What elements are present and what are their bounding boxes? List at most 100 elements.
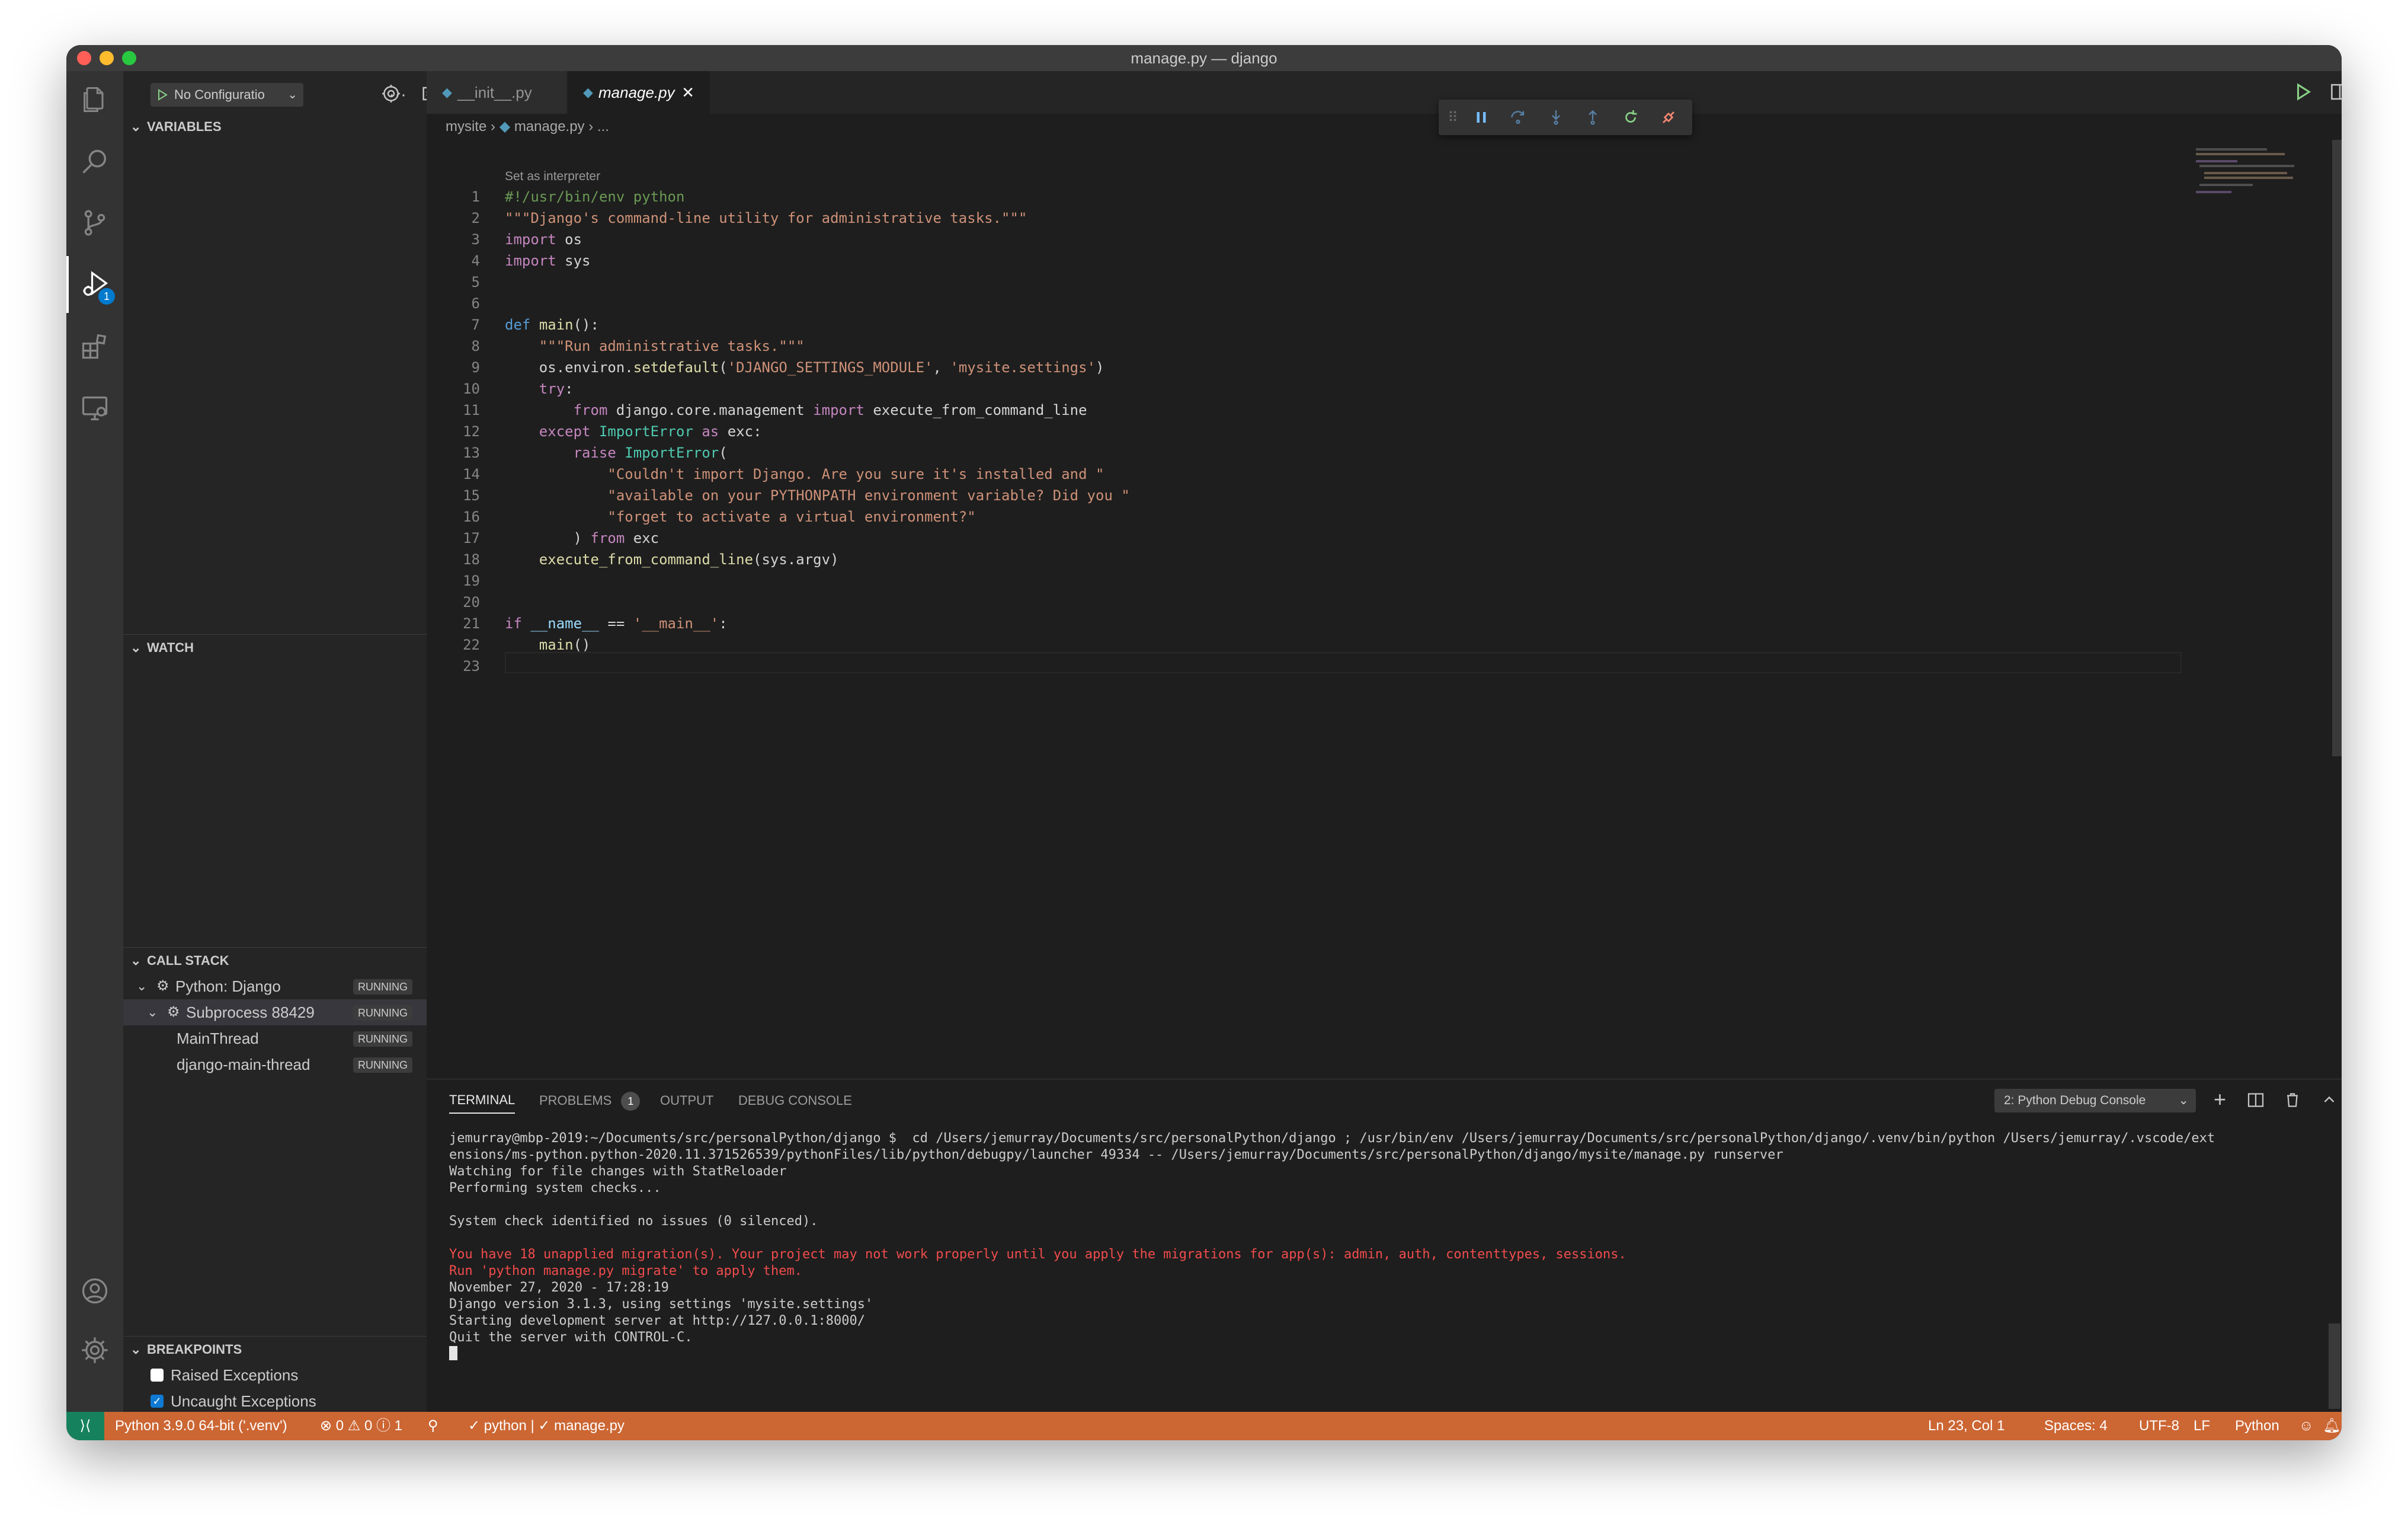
- extensions-icon[interactable]: [66, 318, 123, 375]
- new-terminal-icon[interactable]: +: [2214, 1086, 2226, 1113]
- codelens-hint[interactable]: Set as interpreter: [505, 170, 600, 184]
- debug-icon[interactable]: ⚲: [428, 1412, 438, 1440]
- language-mode[interactable]: Python: [2235, 1412, 2279, 1440]
- debug-config-bar: No Configuratio ⌄: [123, 71, 440, 114]
- tab-manage-py[interactable]: ◆ manage.py ✕: [568, 71, 710, 114]
- code-line[interactable]: try:: [505, 378, 574, 399]
- notifications-bell-icon[interactable]: 🔔︎: [2323, 1412, 2340, 1440]
- cursor-position[interactable]: Ln 23, Col 1: [1928, 1412, 2004, 1440]
- breadcrumb-rest[interactable]: ...: [597, 119, 609, 135]
- trash-icon[interactable]: [2284, 1091, 2301, 1112]
- problems-indicator[interactable]: ⊗ 0 ⚠ 0 ⓘ 1: [320, 1412, 402, 1440]
- tab-problems-label: PROBLEMS: [539, 1093, 612, 1108]
- breakpoints-section-header[interactable]: ⌄ BREAKPOINTS: [123, 1336, 427, 1362]
- code-line[interactable]: import sys: [505, 250, 591, 271]
- close-icon[interactable]: ✕: [681, 71, 694, 114]
- call-stack-section-header[interactable]: ⌄ CALL STACK: [123, 947, 427, 973]
- line-number: 4: [471, 252, 480, 269]
- debug-config-select[interactable]: No Configuratio ⌄: [150, 83, 303, 107]
- variables-section-header[interactable]: ⌄ VARIABLES: [123, 114, 427, 140]
- terminal-line: Django version 3.1.3, using settings 'my…: [449, 1297, 873, 1312]
- split-terminal-icon[interactable]: [2247, 1091, 2265, 1112]
- watch-title: WATCH: [147, 640, 194, 655]
- tab-problems[interactable]: PROBLEMS 1: [539, 1079, 641, 1122]
- line-number: 6: [471, 295, 480, 312]
- call-stack-thread[interactable]: django-main-thread RUNNING: [123, 1051, 427, 1078]
- python-interpreter[interactable]: Python 3.9.0 64-bit ('.venv'): [115, 1412, 287, 1440]
- code-line[interactable]: import os: [505, 229, 582, 250]
- terminal-scrollbar[interactable]: [2329, 1324, 2340, 1409]
- more-actions-icon[interactable]: ···: [389, 83, 406, 107]
- code-line[interactable]: "forget to activate a virtual environmen…: [505, 506, 975, 528]
- tab-debug-console[interactable]: DEBUG CONSOLE: [738, 1079, 852, 1122]
- call-stack-subprocess[interactable]: ⌄ ⚙ Subprocess 88429 RUNNING: [123, 999, 427, 1025]
- tab-terminal[interactable]: TERMINAL: [449, 1086, 515, 1114]
- run-file-icon[interactable]: [2293, 82, 2313, 105]
- code-line[interactable]: os.environ.setdefault('DJANGO_SETTINGS_M…: [505, 357, 1104, 378]
- debug-badge: 1: [98, 288, 115, 305]
- window-title: manage.py — django: [1131, 49, 1277, 67]
- code-line[interactable]: except ImportError as exc:: [505, 421, 762, 442]
- current-line-highlight: [505, 652, 2182, 673]
- call-stack-thread[interactable]: MainThread RUNNING: [123, 1025, 427, 1051]
- tab-init-py[interactable]: ◆ __init__.py: [427, 71, 566, 114]
- chevron-right-icon: ›: [588, 119, 597, 135]
- settings-gear-icon[interactable]: [66, 1322, 123, 1379]
- run-debug-icon[interactable]: 1: [66, 256, 123, 313]
- status-badge: RUNNING: [353, 1031, 412, 1047]
- chevron-down-icon: ⌄: [2178, 1094, 2189, 1107]
- line-number: 3: [471, 231, 480, 248]
- status-badge: RUNNING: [353, 1005, 412, 1021]
- search-icon[interactable]: [66, 133, 123, 190]
- breakpoints-title: BREAKPOINTS: [147, 1342, 242, 1357]
- feedback-icon[interactable]: ☺: [2299, 1412, 2314, 1440]
- source-control-icon[interactable]: [66, 194, 123, 251]
- status-bar: ⟩⟨ Python 3.9.0 64-bit ('.venv') ⊗ 0 ⚠ 0…: [66, 1412, 2342, 1440]
- code-line[interactable]: main(): [505, 634, 591, 656]
- split-editor-icon[interactable]: [2330, 82, 2342, 105]
- code-line[interactable]: execute_from_command_line(sys.argv): [505, 549, 839, 570]
- line-number: 19: [463, 573, 480, 589]
- minimap[interactable]: [2180, 140, 2323, 1079]
- line-number: 13: [463, 445, 480, 461]
- code-line[interactable]: "Couldn't import Django. Are you sure it…: [505, 463, 1104, 485]
- line-number: 10: [463, 381, 480, 397]
- bug-icon: ⚙: [156, 978, 169, 994]
- run-info[interactable]: ✓ python | ✓ manage.py: [468, 1412, 625, 1440]
- code-line[interactable]: if __name__ == '__main__':: [505, 613, 728, 634]
- start-debugging-icon[interactable]: [156, 89, 168, 101]
- checkbox[interactable]: [150, 1369, 164, 1382]
- checkbox-checked[interactable]: ✓: [150, 1395, 164, 1408]
- terminal-select[interactable]: 2: Python Debug Console ⌄: [1994, 1089, 2196, 1113]
- code-line[interactable]: def main():: [505, 314, 599, 335]
- code-line[interactable]: raise ImportError(: [505, 442, 728, 463]
- code-line[interactable]: ) from exc: [505, 528, 659, 549]
- code-line[interactable]: """Run administrative tasks.""": [505, 335, 805, 357]
- chevron-down-icon: ⌄: [136, 979, 148, 993]
- breakpoint-item[interactable]: ✓ Uncaught Exceptions: [123, 1388, 427, 1414]
- code-line[interactable]: from django.core.management import execu…: [505, 399, 1087, 421]
- call-stack-session[interactable]: ⌄ ⚙ Python: Django RUNNING: [123, 973, 427, 999]
- editor-scrollbar[interactable]: [2332, 140, 2342, 756]
- title-bar: manage.py — django: [66, 45, 2342, 71]
- breadcrumb-file[interactable]: manage.py: [514, 119, 585, 135]
- maximize-panel-icon[interactable]: [2320, 1091, 2338, 1112]
- code-line[interactable]: #!/usr/bin/env python: [505, 186, 684, 207]
- code-line[interactable]: """Django's command-line utility for adm…: [505, 207, 1027, 229]
- breakpoint-label: Raised Exceptions: [171, 1366, 299, 1384]
- end-of-line[interactable]: LF: [2194, 1412, 2210, 1440]
- code-line[interactable]: "available on your PYTHONPATH environmen…: [505, 485, 1129, 506]
- breadcrumb-folder[interactable]: mysite: [446, 119, 486, 135]
- indentation[interactable]: Spaces: 4: [2044, 1412, 2108, 1440]
- breakpoint-item[interactable]: Raised Exceptions: [123, 1362, 427, 1388]
- terminal-cursor: [449, 1346, 457, 1360]
- tab-output[interactable]: OUTPUT: [660, 1079, 713, 1122]
- accounts-icon[interactable]: [66, 1262, 123, 1319]
- explorer-icon[interactable]: [66, 71, 123, 128]
- encoding[interactable]: UTF-8: [2139, 1412, 2179, 1440]
- watch-section-header[interactable]: ⌄ WATCH: [123, 634, 427, 660]
- remote-indicator-icon[interactable]: ⟩⟨: [66, 1412, 104, 1440]
- remote-explorer-icon[interactable]: [66, 379, 123, 436]
- line-number: 17: [463, 530, 480, 546]
- call-stack-label: django-main-thread: [177, 1056, 310, 1073]
